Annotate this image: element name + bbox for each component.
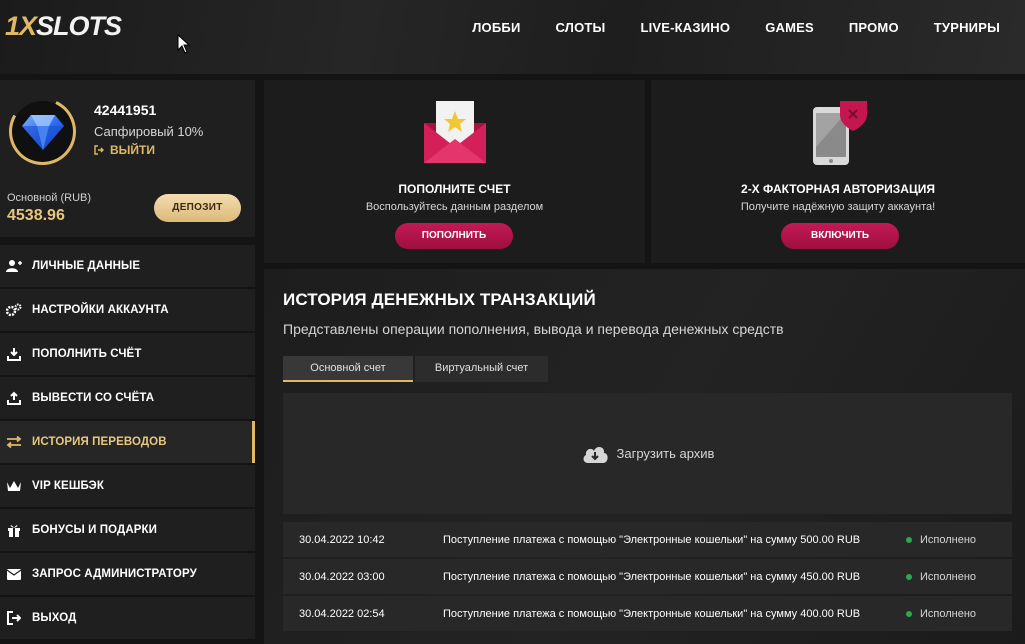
menu-item-label: ВЫВЕСТИ СО СЧЁТА: [32, 392, 155, 404]
user-edit-icon: [6, 258, 22, 274]
status-badge: Исполнено: [906, 534, 976, 546]
archive-label: Загрузить архив: [616, 446, 715, 461]
nav-live-casino[interactable]: LIVE-КАЗИНО: [640, 20, 730, 36]
menu-item-admin-request[interactable]: ЗАПРОС АДМИНИСТРАТОРУ: [0, 553, 255, 595]
enable-2fa-button[interactable]: ВКЛЮЧИТЬ: [781, 223, 899, 249]
phone-shield-icon: [813, 101, 867, 165]
tx-description: Поступление платежа с помощью "Электронн…: [443, 533, 861, 546]
menu-item-personal-data[interactable]: ЛИЧНЫЕ ДАННЫЕ: [0, 245, 255, 287]
tx-status-label: Исполнено: [920, 607, 977, 620]
menu-item-account-settings[interactable]: НАСТРОЙКИ АККАУНТА: [0, 289, 255, 331]
download-archive-button[interactable]: Загрузить архив: [581, 444, 715, 464]
cloud-download-icon: [583, 446, 608, 463]
logout-icon: [94, 145, 104, 155]
status-dot-icon: [906, 610, 912, 617]
level-progress-ring: [9, 98, 76, 165]
top-up-button[interactable]: ПОПОЛНИТЬ: [395, 223, 513, 249]
nav-promo[interactable]: ПРОМО: [849, 20, 899, 36]
table-row[interactable]: 30.04.2022 10:42 Поступление платежа с п…: [283, 522, 1012, 557]
card-title: 2-Х ФАКТОРНАЯ АВТОРИЗАЦИЯ: [741, 182, 935, 196]
download-icon: [6, 346, 22, 362]
account-menu: ЛИЧНЫЕ ДАННЫЕ НАСТРОЙКИ АККАУНТА ПОПОЛНИ…: [0, 245, 258, 641]
transactions-panel: ИСТОРИЯ ДЕНЕЖНЫХ ТРАНЗАКЦИЙ Представлены…: [264, 269, 1025, 644]
menu-item-bonuses[interactable]: БОНУСЫ И ПОДАРКИ: [0, 509, 255, 551]
status-badge: Исполнено: [906, 608, 976, 620]
menu-item-label: ВЫХОД: [32, 612, 77, 624]
menu-item-exit[interactable]: ВЫХОД: [0, 597, 255, 639]
tx-date: 30.04.2022 03:00: [299, 570, 385, 583]
tx-description: Поступление платежа с помощью "Электронн…: [443, 607, 861, 620]
main-nav: ЛОББИ СЛОТЫ LIVE-КАЗИНО GAMES ПРОМО ТУРН…: [437, 20, 1000, 36]
tab-virtual-account[interactable]: Виртуальный счет: [415, 356, 548, 382]
avatar: [12, 101, 73, 162]
nav-games[interactable]: GAMES: [765, 20, 814, 36]
profile-panel: 42441951 Сапфировый 10% ВЫЙТИ Основной (…: [0, 80, 255, 237]
nav-slots[interactable]: СЛОТЫ: [555, 20, 605, 36]
transfer-arrows-icon: [6, 434, 22, 450]
mouse-cursor-icon: [177, 34, 191, 54]
menu-item-transfer-history[interactable]: ИСТОРИЯ ПЕРЕВОДОВ: [0, 421, 255, 463]
card-subtitle: Получите надёжную защиту аккаунта!: [740, 201, 936, 213]
nav-tournaments[interactable]: ТУРНИРЫ: [934, 20, 1000, 36]
envelope-star-icon: [424, 101, 486, 163]
page-subtitle: Представлены операции пополнения, вывода…: [283, 321, 784, 337]
archive-area: Загрузить архив: [283, 393, 1012, 514]
deposit-button[interactable]: ДЕПОЗИТ: [154, 194, 241, 222]
logo-part-1: 1X: [5, 11, 37, 41]
diamond-icon: [21, 114, 64, 150]
transaction-list: 30.04.2022 10:42 Поступление платежа с п…: [283, 522, 1012, 633]
top-header: 1XSLOTS ЛОББИ СЛОТЫ LIVE-КАЗИНО GAMES ПР…: [0, 0, 1025, 74]
account-label: Основной (RUB): [7, 192, 92, 204]
user-id: 42441951: [94, 102, 157, 118]
tx-description: Поступление платежа с помощью "Электронн…: [443, 570, 861, 583]
status-badge: Исполнено: [906, 571, 976, 583]
table-row[interactable]: 30.04.2022 02:54 Поступление платежа с п…: [283, 596, 1012, 631]
envelope-icon: [6, 566, 22, 582]
user-level: Сапфировый 10%: [94, 124, 204, 139]
tx-status-label: Исполнено: [920, 570, 977, 583]
logout-link[interactable]: ВЫЙТИ: [94, 143, 155, 157]
menu-item-label: ПОПОЛНИТЬ СЧЁТ: [32, 348, 142, 360]
nav-lobby[interactable]: ЛОББИ: [472, 20, 520, 36]
page-title: ИСТОРИЯ ДЕНЕЖНЫХ ТРАНЗАКЦИЙ: [283, 290, 596, 309]
upload-icon: [6, 390, 22, 406]
gift-icon: [6, 522, 22, 538]
status-dot-icon: [906, 536, 912, 543]
tx-date: 30.04.2022 10:42: [299, 533, 385, 546]
menu-item-label: ЛИЧНЫЕ ДАННЫЕ: [32, 260, 141, 272]
tx-status-label: Исполнено: [920, 533, 977, 546]
menu-item-deposit[interactable]: ПОПОЛНИТЬ СЧЁТ: [0, 333, 255, 375]
card-title: ПОПОЛНИТЕ СЧЕТ: [398, 182, 511, 196]
sidebar: 42441951 Сапфировый 10% ВЫЙТИ Основной (…: [0, 80, 258, 644]
menu-item-label: ИСТОРИЯ ПЕРЕВОДОВ: [32, 436, 167, 448]
two-factor-promo-card: 2-Х ФАКТОРНАЯ АВТОРИЗАЦИЯ Получите надёж…: [651, 80, 1025, 263]
tx-date: 30.04.2022 02:54: [299, 607, 385, 620]
menu-item-label: ЗАПРОС АДМИНИСТРАТОРУ: [32, 568, 197, 580]
logout-icon: [6, 610, 22, 626]
logo-part-2: SLOTS: [36, 11, 122, 41]
status-dot-icon: [906, 573, 912, 580]
menu-item-vip-cashback[interactable]: VIP КЕШБЭК: [0, 465, 255, 507]
deposit-promo-card: ПОПОЛНИТЕ СЧЕТ Воспользуйтесь данным раз…: [264, 80, 645, 263]
tab-main-account[interactable]: Основной счет: [283, 356, 413, 382]
account-balance: 4538.96: [7, 207, 65, 224]
logout-label: ВЫЙТИ: [110, 143, 155, 157]
logo[interactable]: 1XSLOTS: [5, 11, 122, 41]
account-tabs: Основной счет Виртуальный счет: [283, 356, 548, 382]
menu-item-label: БОНУСЫ И ПОДАРКИ: [32, 524, 158, 536]
menu-item-label: НАСТРОЙКИ АККАУНТА: [32, 304, 169, 316]
table-row[interactable]: 30.04.2022 03:00 Поступление платежа с п…: [283, 559, 1012, 594]
menu-item-label: VIP КЕШБЭК: [32, 480, 104, 492]
menu-item-withdraw[interactable]: ВЫВЕСТИ СО СЧЁТА: [0, 377, 255, 419]
card-subtitle: Воспользуйтесь данным разделом: [365, 201, 544, 213]
gears-icon: [6, 302, 22, 318]
crown-icon: [6, 478, 22, 494]
